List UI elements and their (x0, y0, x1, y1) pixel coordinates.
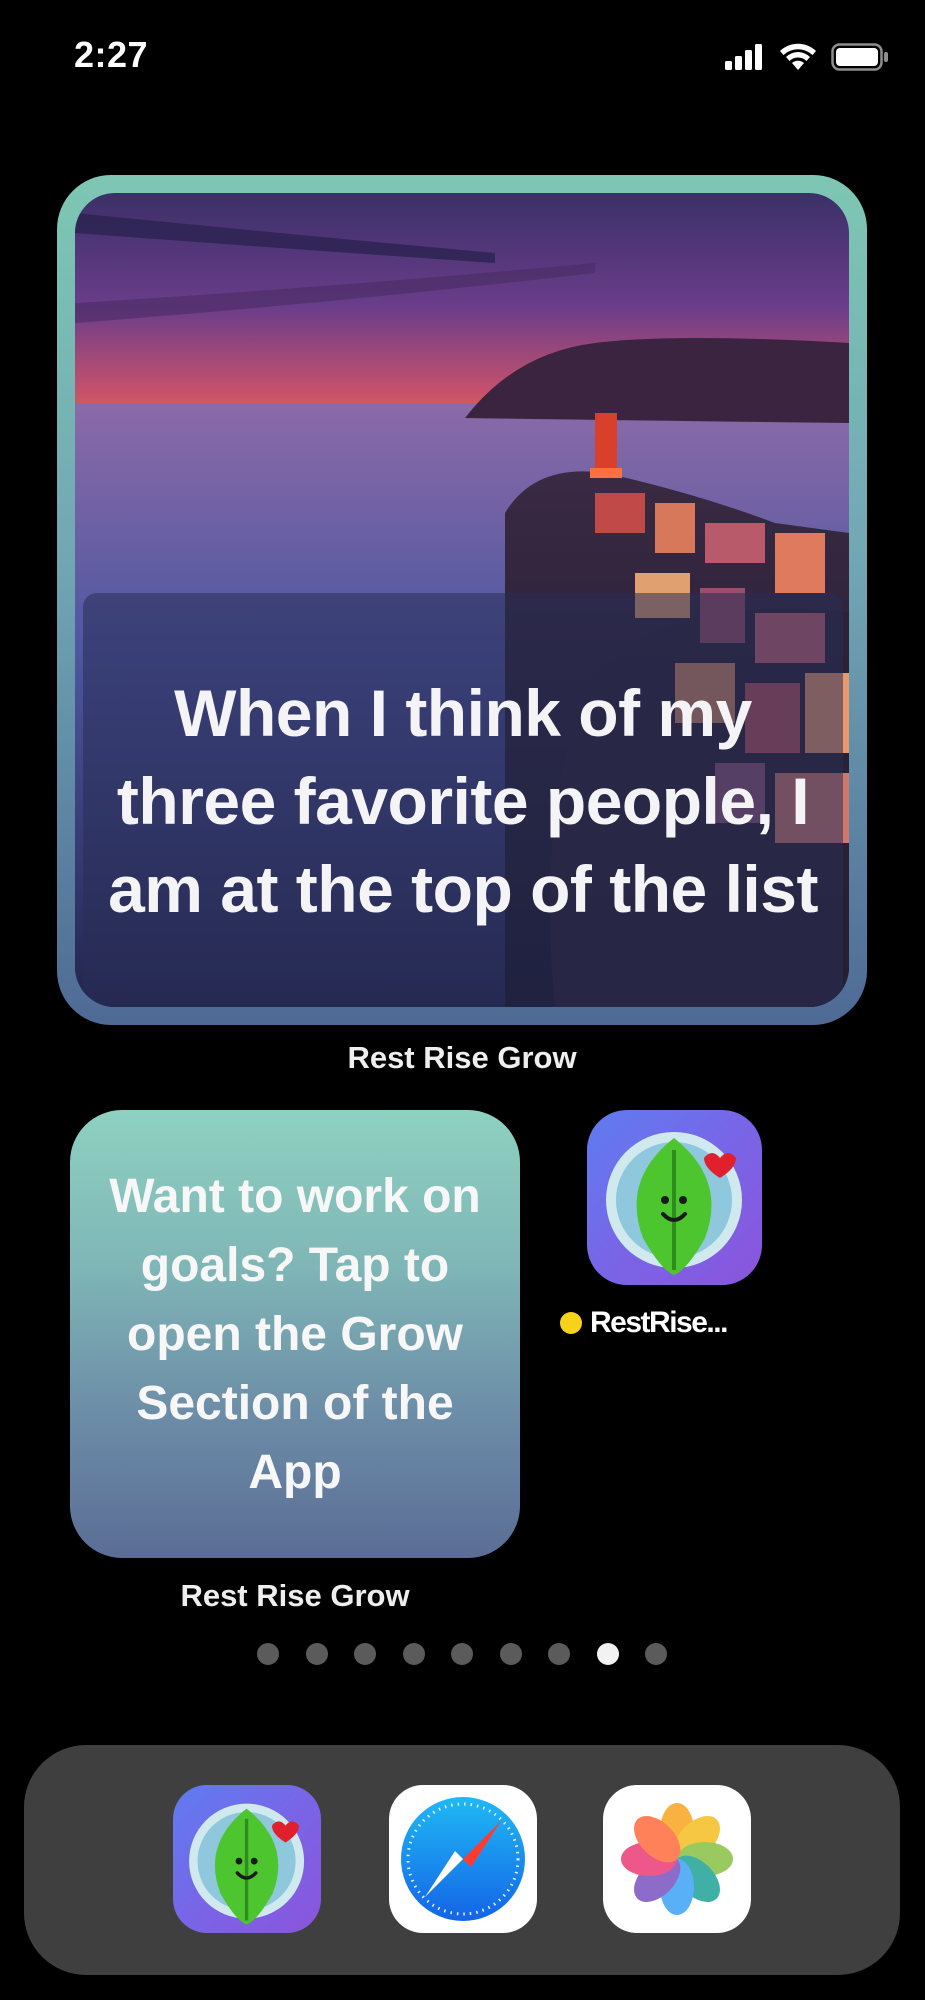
dock-photos-app[interactable] (603, 1785, 751, 1933)
app-name-label: RestRise... (560, 1306, 728, 1340)
dock-rest-rise-grow-app[interactable] (173, 1785, 321, 1933)
photos-flower-icon (621, 1803, 733, 1915)
page-dot (499, 1643, 522, 1665)
dock-safari-app[interactable] (389, 1785, 537, 1933)
goals-widget-text: Want to work on goals? Tap to open the G… (109, 1169, 481, 1499)
quote-widget[interactable]: When I think of my three favorite people… (57, 175, 867, 1025)
page-dot (645, 1643, 667, 1665)
page-dot (305, 1643, 328, 1665)
rest-rise-grow-app-icon[interactable] (587, 1110, 762, 1285)
leaf-mascot-icon (606, 1132, 742, 1275)
quote-text: When I think of my three favorite people… (108, 675, 818, 926)
safari-compass-icon (401, 1797, 525, 1921)
page-dot (354, 1643, 376, 1665)
page-indicator[interactable] (257, 1643, 667, 1665)
page-dot (451, 1643, 473, 1665)
quote-widget-label: Rest Rise Grow (347, 1040, 577, 1075)
goals-widget-label: Rest Rise Grow (180, 1578, 410, 1613)
page-dot (596, 1643, 619, 1665)
cellular-signal-icon (725, 44, 762, 70)
battery-icon (831, 43, 888, 71)
app-name-text: RestRise... (590, 1306, 728, 1339)
quote-panel: When I think of my three favorite people… (83, 593, 843, 1007)
page-dot (402, 1643, 425, 1665)
leaf-mascot-icon (189, 1803, 305, 1925)
wifi-icon (780, 43, 816, 70)
page-dot (548, 1643, 570, 1665)
page-dot (257, 1643, 279, 1665)
widget-background-image: When I think of my three favorite people… (75, 193, 849, 1007)
goals-widget[interactable]: Want to work on goals? Tap to open the G… (70, 1110, 520, 1558)
dock (24, 1745, 900, 1975)
new-app-indicator (560, 1312, 582, 1334)
status-time: 2:27 (74, 34, 149, 75)
